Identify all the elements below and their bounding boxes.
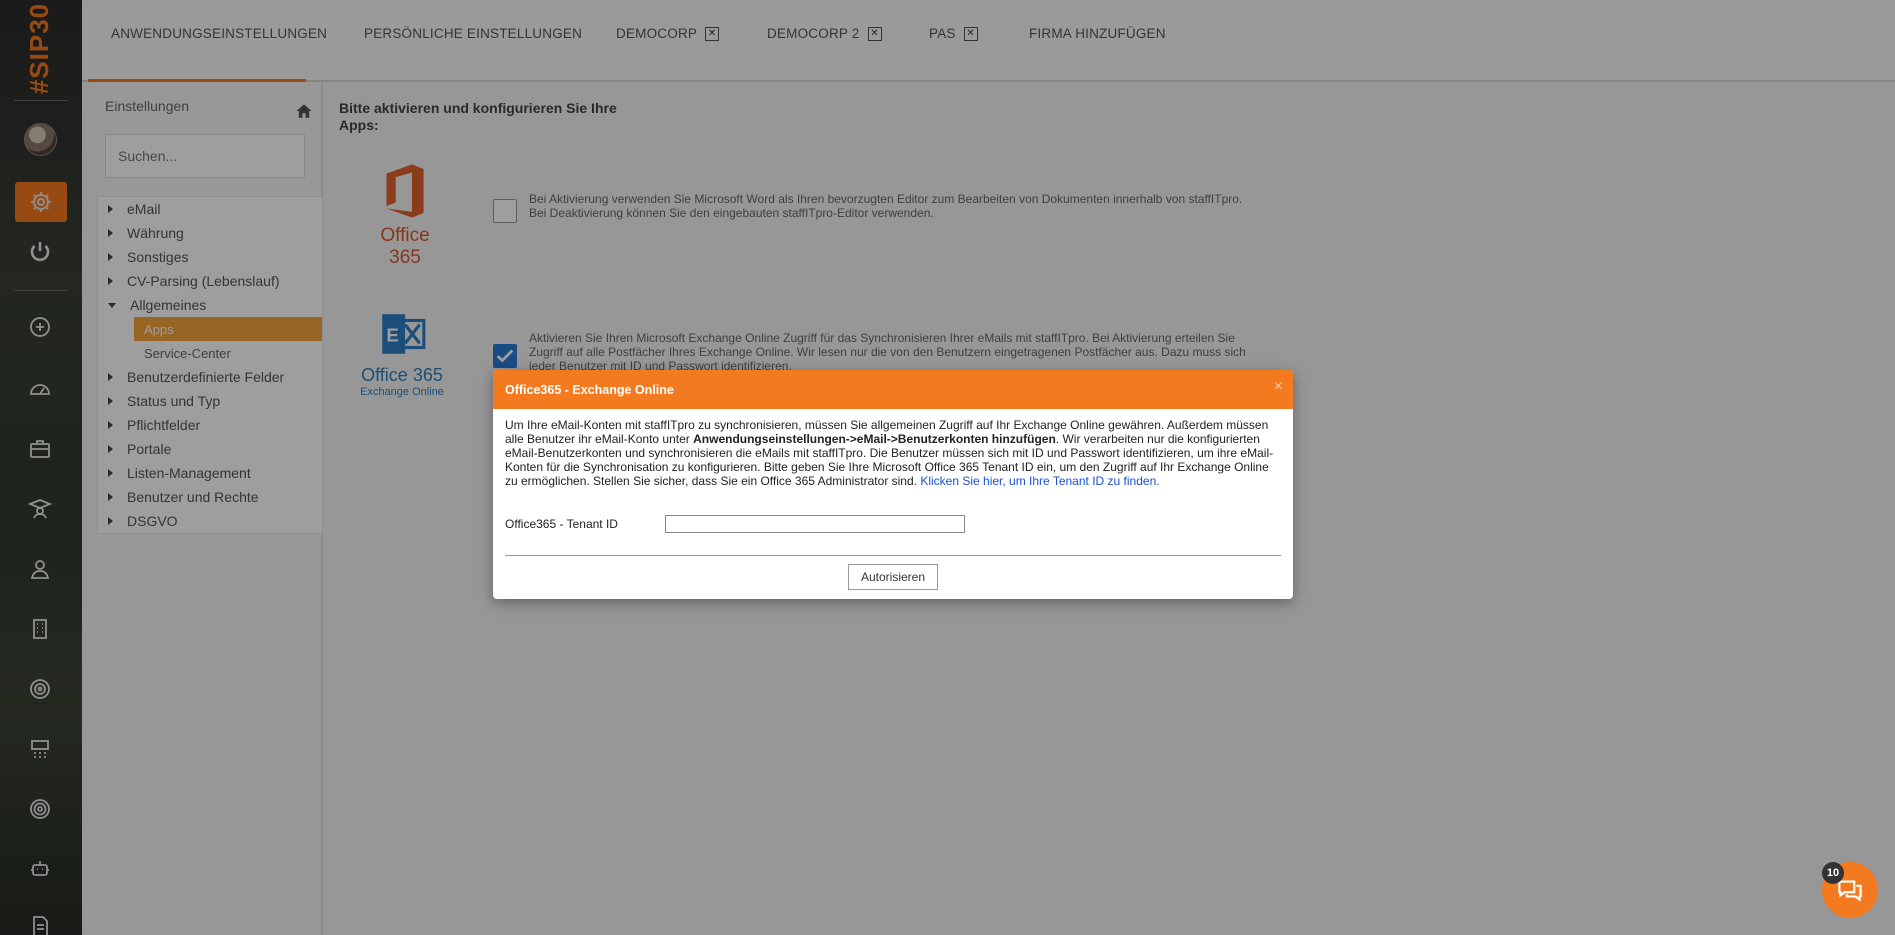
authorize-button[interactable]: Autorisieren (848, 564, 938, 590)
tenant-id-row: Office365 - Tenant ID (505, 515, 965, 533)
dialog-header: Office365 - Exchange Online × (493, 370, 1293, 409)
exchange-online-dialog: Office365 - Exchange Online × Um Ihre eM… (493, 370, 1293, 599)
tenant-id-label: Office365 - Tenant ID (505, 517, 618, 531)
chat-unread-badge: 10 (1822, 862, 1844, 884)
tenant-id-input[interactable] (665, 515, 965, 533)
dialog-body: Um Ihre eMail-Konten mit staffITpro zu s… (493, 409, 1293, 488)
close-icon[interactable]: × (1274, 379, 1283, 395)
dialog-text-bold: Anwendungseinstellungen->eMail->Benutzer… (693, 432, 1056, 446)
dialog-title: Office365 - Exchange Online (505, 382, 674, 397)
dialog-divider (505, 555, 1281, 556)
tenant-id-help-link[interactable]: Klicken Sie hier, um Ihre Tenant ID zu f… (920, 474, 1159, 488)
